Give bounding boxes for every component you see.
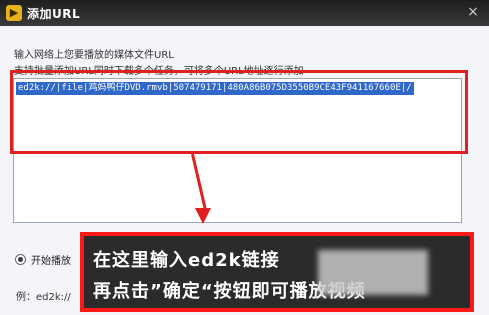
url-prompt-label: 输入网络上您要播放的媒体文件URL — [14, 50, 174, 61]
app-icon: ▶ — [6, 5, 22, 21]
close-button[interactable]: × — [462, 2, 484, 22]
example-text: 例：ed2k:// — [16, 292, 71, 303]
arrow-head — [195, 208, 211, 224]
callout-line-1: 在这里输入ed2k链接 — [93, 250, 280, 271]
start-playback-label: 开始播放 — [31, 256, 71, 267]
blurred-watermark — [318, 250, 428, 295]
window-title: 添加URL — [27, 7, 81, 21]
start-playback-radio[interactable] — [15, 254, 26, 265]
highlight-rectangle — [10, 70, 468, 154]
title-bar: ▶ 添加URL × — [0, 0, 489, 26]
